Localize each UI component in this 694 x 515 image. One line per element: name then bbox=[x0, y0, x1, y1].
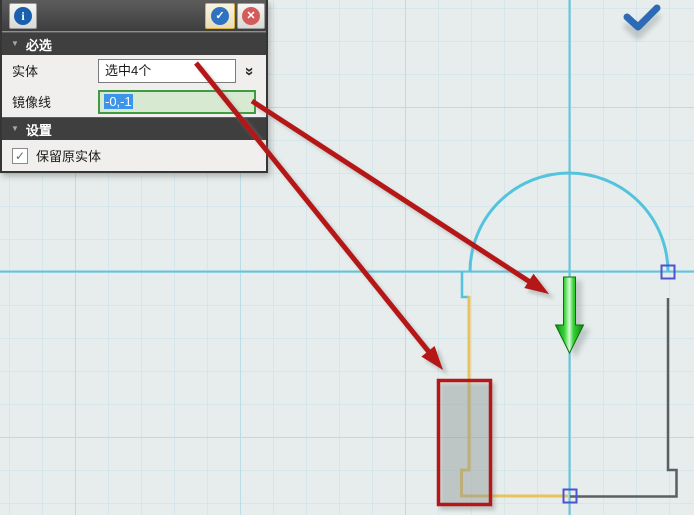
section-settings-title: 设置 bbox=[26, 120, 52, 139]
keep-original-row: ✓ 保留原实体 bbox=[2, 140, 266, 171]
mirror-line-input[interactable]: -0,-1 bbox=[98, 90, 256, 114]
collapse-triangle-icon: ▼ bbox=[11, 124, 19, 133]
dialog-body: ▼ 必选 实体 选中4个 » 镜像线 -0,-1 ▼ 设置 ✓ 保留原实体 bbox=[2, 31, 266, 171]
entity-input[interactable]: 选中4个 bbox=[98, 59, 236, 83]
section-settings[interactable]: ▼ 设置 bbox=[2, 117, 266, 140]
section-required[interactable]: ▼ 必选 bbox=[2, 32, 266, 55]
entity-row: 实体 选中4个 » bbox=[2, 55, 266, 86]
info-icon: i bbox=[14, 7, 32, 25]
expand-chevron-icon[interactable]: » bbox=[241, 67, 257, 75]
entity-label: 实体 bbox=[12, 61, 98, 80]
section-required-title: 必选 bbox=[26, 35, 52, 54]
mirror-dialog: i ✓ ✕ ▼ 必选 实体 选中4个 » 镜像线 -0,-1 ▼ 设置 ✓ 保留… bbox=[0, 0, 268, 173]
mirror-line-label: 镜像线 bbox=[12, 92, 98, 111]
cancel-button[interactable]: ✕ bbox=[237, 3, 265, 29]
collapse-triangle-icon: ▼ bbox=[11, 39, 19, 48]
confirm-check-icon: ✓ bbox=[211, 7, 229, 25]
mirror-line-selected-text: -0,-1 bbox=[104, 94, 133, 109]
checkbox-check-icon: ✓ bbox=[15, 150, 25, 162]
confirm-button[interactable]: ✓ bbox=[205, 3, 235, 29]
dialog-titlebar[interactable]: i ✓ ✕ bbox=[2, 0, 266, 31]
keep-original-label: 保留原实体 bbox=[36, 146, 101, 165]
cancel-x-icon: ✕ bbox=[242, 7, 260, 25]
mirror-line-row: 镜像线 -0,-1 bbox=[2, 86, 266, 117]
info-button[interactable]: i bbox=[9, 3, 37, 29]
keep-original-checkbox[interactable]: ✓ bbox=[12, 148, 28, 164]
